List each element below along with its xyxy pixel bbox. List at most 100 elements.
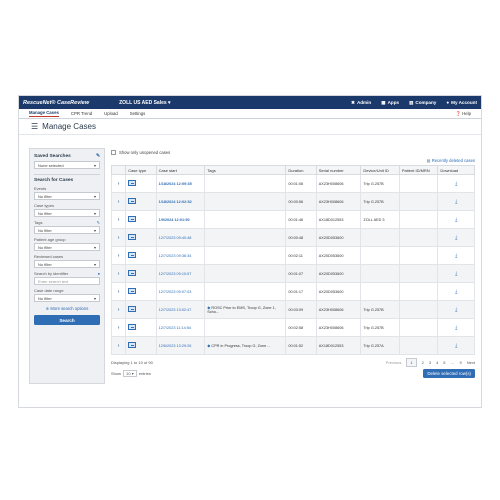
table-row[interactable]: › 1/18/2024 12:02:52 00:00:56 AX23H008606 Tr…: [110, 192, 475, 211]
more-search-options-link[interactable]: ⊕ More search options: [34, 306, 100, 311]
page-9[interactable]: 9: [460, 360, 462, 365]
recently-deleted-link[interactable]: ▤ Recently deleted cases: [111, 156, 475, 165]
next-page[interactable]: Next: [467, 360, 475, 365]
download-icon[interactable]: ⤓: [437, 318, 475, 337]
page-title: Manage Cases: [42, 122, 96, 131]
tags-cell: [204, 318, 287, 337]
serial-cell: AX23H008606: [315, 300, 362, 319]
caret-down-icon: ▾: [93, 162, 96, 168]
col-case-start[interactable]: Case start: [155, 165, 206, 175]
case-start-link[interactable]: 1/18/2024 12:02:52: [155, 192, 206, 211]
help-link[interactable]: ❓ Help: [456, 111, 471, 117]
brand-logo: RescueNet® CaseReview: [23, 99, 90, 106]
col-serial[interactable]: Serial number: [315, 165, 362, 175]
page-1[interactable]: 1: [406, 358, 417, 367]
download-icon[interactable]: ⤓: [437, 282, 475, 301]
entries-select[interactable]: 10 ▾: [123, 370, 137, 377]
topnav-company[interactable]: ▥ Company: [409, 100, 436, 106]
previous-page[interactable]: Previous: [386, 360, 402, 365]
topnav-account[interactable]: ● My Account: [446, 100, 477, 106]
case-types-select[interactable]: No filter ▾: [34, 209, 100, 217]
col-case-type[interactable]: Case type: [125, 165, 157, 175]
date-range-select[interactable]: No filter ▾: [34, 294, 100, 302]
org-selector[interactable]: ZOLL US AED Sales ▾: [119, 100, 170, 106]
page-2[interactable]: 2: [422, 360, 424, 365]
expand-row-icon[interactable]: ›: [110, 192, 127, 211]
serial-cell: AX20D053600: [315, 228, 362, 247]
case-start-link[interactable]: 12/7/2023 09:36:34: [155, 246, 206, 265]
case-start-link[interactable]: 12/7/2023 09:40:48: [155, 228, 206, 247]
delete-selected-button[interactable]: Delete selected row(s): [423, 369, 475, 378]
tab-settings[interactable]: Settings: [130, 111, 146, 116]
expand-row-icon[interactable]: ›: [110, 336, 127, 355]
table-row[interactable]: › 1/9/2024 12:01:50 00:01:46 AX18D012553 ZOL…: [110, 210, 475, 229]
filter-label-events: Events: [34, 186, 47, 191]
expand-row-icon[interactable]: ›: [110, 228, 127, 247]
table-row[interactable]: › 12/6/2023 13:29:26 ◆ CPR in Progress, Tr…: [110, 336, 475, 355]
patient-cell: [398, 174, 439, 193]
download-icon[interactable]: ⤓: [437, 264, 475, 283]
unopened-checkbox[interactable]: [111, 149, 116, 155]
download-icon[interactable]: ⤓: [437, 210, 475, 229]
case-start-link[interactable]: 12/7/2023 09:07:03: [155, 282, 206, 301]
tab-cpr-trend[interactable]: CPR Trend: [71, 111, 92, 116]
page-3[interactable]: 3: [429, 360, 431, 365]
col-patient[interactable]: Patient ID/MRN: [398, 165, 439, 175]
topnav-apps[interactable]: ▦ Apps: [381, 100, 399, 106]
filter-label-age-group: Patient age group: [34, 237, 66, 242]
page-header: ☰ Manage Cases: [19, 119, 481, 135]
edit-icon[interactable]: ✎: [97, 220, 100, 225]
info-icon[interactable]: ●: [98, 271, 100, 276]
search-button[interactable]: Search: [34, 315, 100, 325]
expand-row-icon[interactable]: ›: [110, 246, 127, 265]
col-duration[interactable]: Duration: [285, 165, 317, 175]
reviewed-select[interactable]: No filter ▾: [34, 260, 100, 268]
saved-searches-select[interactable]: None selected ▾: [34, 161, 100, 169]
download-icon[interactable]: ⤓: [437, 300, 475, 319]
download-icon[interactable]: ⤓: [437, 228, 475, 247]
table-row[interactable]: › 1/18/2024 12:09:35 00:01:08 AX23H008606 Tr…: [110, 174, 475, 193]
patient-cell: [398, 210, 439, 229]
col-tags[interactable]: Tags: [204, 165, 287, 175]
table-row[interactable]: › 12/7/2023 09:36:34 00:02:11 AX20D053600 ⤓: [110, 246, 475, 265]
download-icon[interactable]: ⤓: [437, 192, 475, 211]
table-row[interactable]: › 12/7/2023 11:14:54 00:02:58 AX23H008606 Tr…: [110, 318, 475, 337]
expand-row-icon[interactable]: ›: [110, 318, 127, 337]
download-icon[interactable]: ⤓: [437, 336, 475, 355]
case-start-link[interactable]: 12/6/2023 13:29:26: [155, 336, 206, 355]
case-start-link[interactable]: 12/7/2023 11:14:54: [155, 318, 206, 337]
case-start-link[interactable]: 1/18/2024 12:09:35: [155, 174, 206, 193]
tab-manage-cases[interactable]: Manage Cases: [29, 110, 59, 117]
identifier-input[interactable]: Enter search text: [34, 277, 100, 285]
download-icon[interactable]: ⤓: [437, 174, 475, 193]
expand-row-icon[interactable]: ›: [110, 264, 127, 283]
table-row[interactable]: › 12/7/2023 09:10:57 00:01:07 AX20D053600 ⤓: [110, 264, 475, 283]
case-start-link[interactable]: 1/9/2024 12:01:50: [155, 210, 206, 229]
case-start-link[interactable]: 12/7/2023 09:10:57: [155, 264, 206, 283]
duration-cell: 00:01:07: [285, 264, 317, 283]
top-bar: RescueNet® CaseReview ZOLL US AED Sales …: [19, 96, 481, 109]
topnav-admin[interactable]: ✖ Admin: [351, 100, 371, 106]
page-5[interactable]: 5: [443, 360, 445, 365]
case-start-link[interactable]: 12/7/2023 13:02:47: [155, 300, 206, 319]
age-group-select[interactable]: No filter ▾: [34, 243, 100, 251]
expand-row-icon[interactable]: ›: [110, 210, 127, 229]
expand-row-icon[interactable]: ›: [110, 282, 127, 301]
device-cell: Trip G.257B: [360, 318, 400, 337]
expand-row-icon[interactable]: ›: [110, 174, 127, 193]
page-4[interactable]: 4: [436, 360, 438, 365]
events-select[interactable]: No filter ▾: [34, 192, 100, 200]
table-row[interactable]: › 12/7/2023 13:02:47 ◆ ROSC Prior to EMS, …: [110, 300, 475, 319]
table-row[interactable]: › 12/7/2023 09:07:03 00:01:17 AX20D053600 ⤓: [110, 282, 475, 301]
edit-icon[interactable]: ✎: [96, 154, 100, 159]
identifier-label: Search by identifier ●: [34, 271, 100, 276]
expand-row-icon[interactable]: ›: [110, 300, 127, 319]
tab-upload[interactable]: Upload: [104, 111, 118, 116]
table-row[interactable]: › 12/7/2023 09:40:48 00:00:48 AX20D053600 ⤓: [110, 228, 475, 247]
download-icon[interactable]: ⤓: [437, 246, 475, 265]
tags-cell: [204, 174, 287, 193]
tags-select[interactable]: No filter ▾: [34, 226, 100, 234]
duration-cell: 00:03:09: [285, 300, 317, 319]
col-device[interactable]: Device/Unit ID: [360, 165, 400, 175]
tags-cell: [204, 210, 287, 229]
